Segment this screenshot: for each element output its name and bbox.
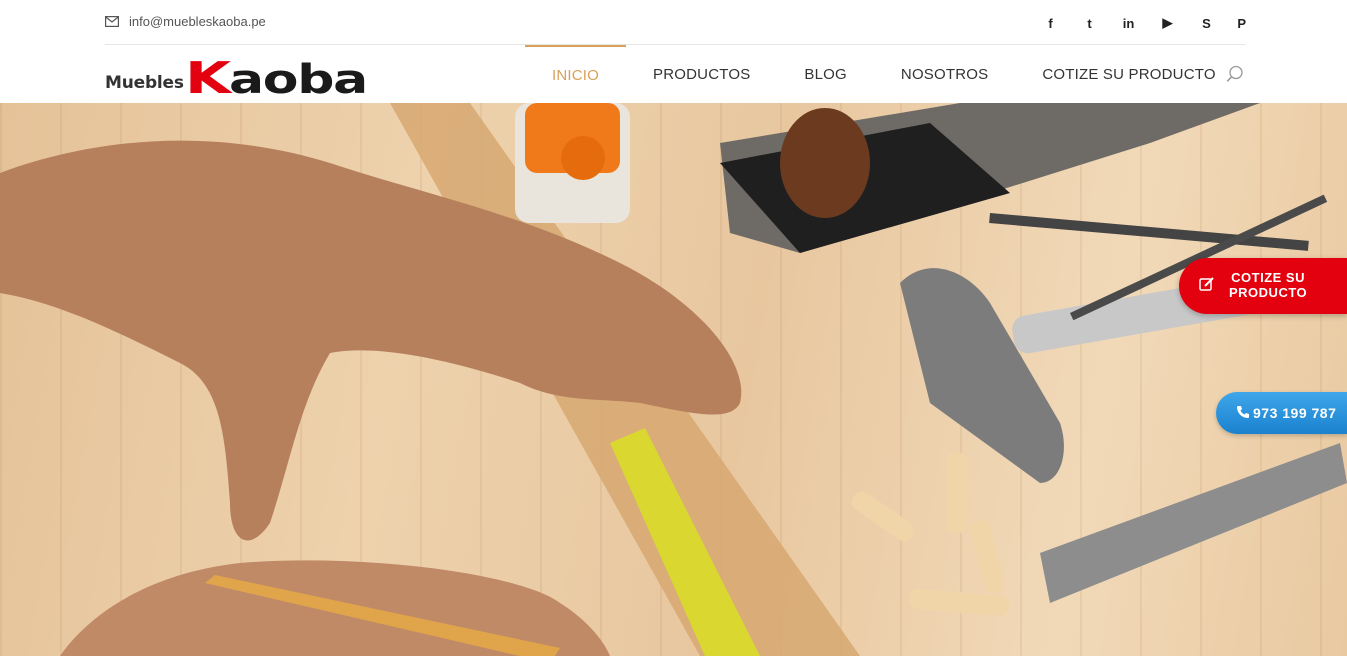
nav-inicio[interactable]: INICIO <box>525 45 627 103</box>
nav-blog[interactable]: BLOG <box>777 45 873 103</box>
hero-image <box>0 103 1347 656</box>
quote-label-line2: PRODUCTO <box>1229 285 1308 300</box>
search-icon[interactable] <box>1226 65 1244 88</box>
edit-icon <box>1199 276 1215 297</box>
main-navbar: Muebles K aoba INICIO PRODUCTOS BLOG NOS… <box>0 45 1347 103</box>
social-links: f t in ▶ S P <box>1031 13 1246 33</box>
linkedin-icon[interactable]: in <box>1109 13 1148 33</box>
skype-icon[interactable]: S <box>1187 13 1226 33</box>
logo-wordmark: K aoba <box>185 56 368 100</box>
logo-prefix: Muebles <box>105 73 184 93</box>
logo-rest: aoba <box>228 57 368 103</box>
main-menu: INICIO PRODUCTOS BLOG NOSOTROS COTIZE SU… <box>525 45 1243 103</box>
twitter-icon[interactable]: t <box>1070 13 1109 33</box>
phone-number: 973 199 787 <box>1253 405 1337 421</box>
site-logo[interactable]: Muebles K aoba <box>105 56 368 100</box>
quote-label: COTIZE SU PRODUCTO <box>1229 270 1308 301</box>
nav-productos[interactable]: PRODUCTOS <box>626 45 777 103</box>
pinterest-icon[interactable]: P <box>1226 13 1246 33</box>
nav-nosotros[interactable]: NOSOTROS <box>874 45 1015 103</box>
phone-floating-button[interactable]: 973 199 787 <box>1216 392 1347 434</box>
nav-cotize[interactable]: COTIZE SU PRODUCTO <box>1015 45 1242 103</box>
contact-email[interactable]: info@muebleskaoba.pe <box>105 14 266 29</box>
quote-floating-button[interactable]: COTIZE SU PRODUCTO <box>1179 258 1347 314</box>
envelope-icon <box>105 16 119 27</box>
quote-label-line1: COTIZE SU <box>1231 270 1305 286</box>
facebook-icon[interactable]: f <box>1031 13 1070 33</box>
top-bar: info@muebleskaoba.pe f t in ▶ S P <box>105 0 1246 45</box>
youtube-icon[interactable]: ▶ <box>1148 13 1187 33</box>
phone-icon <box>1236 405 1250 422</box>
carpentry-illustration <box>0 103 1347 656</box>
email-text: info@muebleskaoba.pe <box>129 14 266 29</box>
